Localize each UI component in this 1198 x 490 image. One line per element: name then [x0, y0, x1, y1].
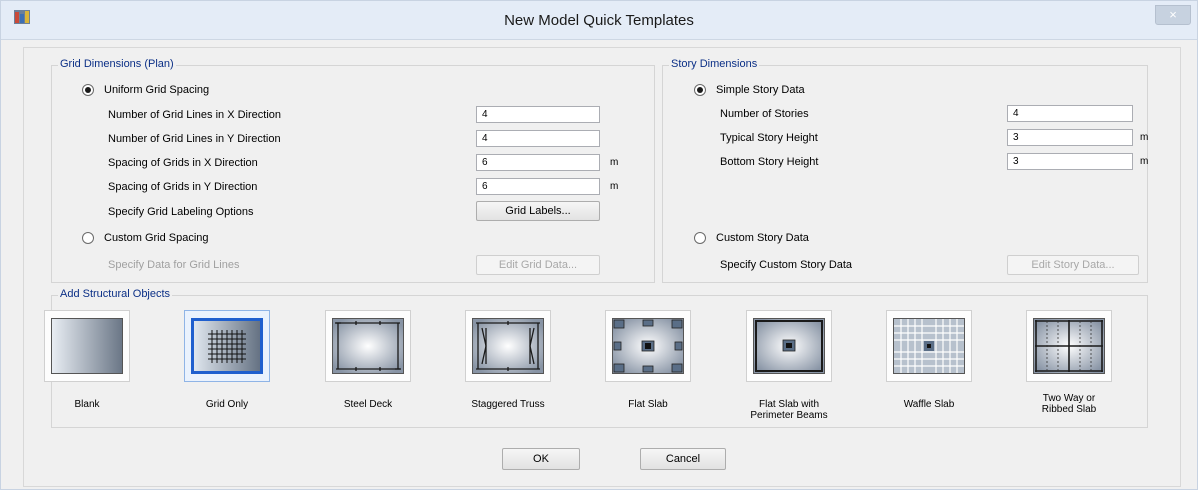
- grid-only-template-icon: [191, 318, 263, 374]
- blank-template-icon: [51, 318, 123, 374]
- template-tile-blank[interactable]: [44, 310, 130, 382]
- template-tile-flat-slab-perimeter-beams[interactable]: [746, 310, 832, 382]
- custom-grid-spacing-label: Custom Grid Spacing: [104, 232, 209, 244]
- bottom-story-height-label: Bottom Story Height: [720, 156, 819, 168]
- spacing-x-unit: m: [610, 157, 619, 168]
- title-bar[interactable]: New Model Quick Templates ×: [1, 1, 1197, 40]
- cancel-button[interactable]: Cancel: [640, 448, 726, 470]
- typical-story-height-label: Typical Story Height: [720, 132, 818, 144]
- radio-button-unchecked[interactable]: [82, 232, 94, 244]
- waffle-slab-template-icon: [893, 318, 965, 374]
- radio-button-unchecked[interactable]: [694, 232, 706, 244]
- uniform-grid-spacing-radio[interactable]: Uniform Grid Spacing: [82, 84, 209, 96]
- grid-lines-x-input[interactable]: 4: [476, 106, 600, 123]
- grid-lines-y-label: Number of Grid Lines in Y Direction: [108, 133, 281, 145]
- template-label-staggered-truss: Staggered Truss: [471, 399, 545, 410]
- template-tile-flat-slab[interactable]: [605, 310, 691, 382]
- template-tile-staggered-truss[interactable]: [465, 310, 551, 382]
- simple-story-data-radio[interactable]: Simple Story Data: [694, 84, 805, 96]
- grid-labels-button[interactable]: Grid Labels...: [476, 201, 600, 221]
- story-dimensions-group: Story Dimensions Simple Story Data Numbe…: [662, 58, 1149, 283]
- template-tile-grid-only[interactable]: [184, 310, 270, 382]
- structural-objects-title: Add Structural Objects: [58, 288, 173, 300]
- close-button[interactable]: ×: [1155, 5, 1191, 25]
- spacing-y-unit: m: [610, 181, 619, 192]
- template-label-flat-slab: Flat Slab: [628, 399, 668, 410]
- dialog-window: New Model Quick Templates × Grid Dimensi…: [0, 0, 1198, 490]
- window-title: New Model Quick Templates: [504, 12, 694, 29]
- custom-story-data-spec-label: Specify Custom Story Data: [720, 259, 853, 271]
- story-dimensions-title: Story Dimensions: [669, 58, 760, 70]
- number-of-stories-label: Number of Stories: [720, 108, 809, 120]
- spacing-y-label: Spacing of Grids in Y Direction: [108, 181, 258, 193]
- dialog-content: Grid Dimensions (Plan) Uniform Grid Spac…: [23, 47, 1181, 487]
- typical-story-height-input[interactable]: 3: [1007, 129, 1133, 146]
- ok-button[interactable]: OK: [502, 448, 580, 470]
- grid-lines-data-label: Specify Data for Grid Lines: [108, 259, 240, 271]
- simple-story-data-label: Simple Story Data: [716, 84, 805, 96]
- template-label-waffle-slab: Waffle Slab: [903, 399, 955, 410]
- flat-slab-perimeter-beams-template-icon: [753, 318, 825, 374]
- flat-slab-template-icon: [612, 318, 684, 374]
- template-tile-two-way-ribbed-slab[interactable]: [1026, 310, 1112, 382]
- radio-button-checked[interactable]: [82, 84, 94, 96]
- template-label-two-way-ribbed-slab: Two Way or Ribbed Slab: [1041, 393, 1097, 415]
- typical-story-height-unit: m: [1140, 132, 1149, 143]
- custom-story-data-label: Custom Story Data: [716, 232, 809, 244]
- grid-lines-x-label: Number of Grid Lines in X Direction: [108, 109, 282, 121]
- template-label-grid-only: Grid Only: [205, 399, 249, 410]
- grid-labeling-label: Specify Grid Labeling Options: [108, 206, 254, 218]
- template-label-blank: Blank: [74, 399, 100, 410]
- spacing-x-label: Spacing of Grids in X Direction: [108, 157, 258, 169]
- spacing-y-input[interactable]: 6: [476, 178, 600, 195]
- edit-story-data-button[interactable]: Edit Story Data...: [1007, 255, 1139, 275]
- bottom-story-height-unit: m: [1140, 156, 1149, 167]
- template-tile-steel-deck[interactable]: [325, 310, 411, 382]
- radio-button-checked[interactable]: [694, 84, 706, 96]
- grid-dimensions-group: Grid Dimensions (Plan) Uniform Grid Spac…: [51, 58, 655, 283]
- template-tile-waffle-slab[interactable]: [886, 310, 972, 382]
- uniform-grid-spacing-label: Uniform Grid Spacing: [104, 84, 210, 96]
- custom-grid-spacing-radio[interactable]: Custom Grid Spacing: [82, 232, 209, 244]
- staggered-truss-template-icon: [472, 318, 544, 374]
- spacing-x-input[interactable]: 6: [476, 154, 600, 171]
- custom-story-data-radio[interactable]: Custom Story Data: [694, 232, 809, 244]
- grid-dimensions-title: Grid Dimensions (Plan): [58, 58, 176, 70]
- template-label-flat-slab-perimeter-beams: Flat Slab with Perimeter Beams: [750, 399, 828, 421]
- number-of-stories-input[interactable]: 4: [1007, 105, 1133, 122]
- template-label-steel-deck: Steel Deck: [343, 399, 393, 410]
- close-icon: ×: [1169, 7, 1177, 22]
- bottom-story-height-input[interactable]: 3: [1007, 153, 1133, 170]
- grid-lines-y-input[interactable]: 4: [476, 130, 600, 147]
- two-way-ribbed-slab-template-icon: [1033, 318, 1105, 374]
- edit-grid-data-button[interactable]: Edit Grid Data...: [476, 255, 600, 275]
- steel-deck-template-icon: [332, 318, 404, 374]
